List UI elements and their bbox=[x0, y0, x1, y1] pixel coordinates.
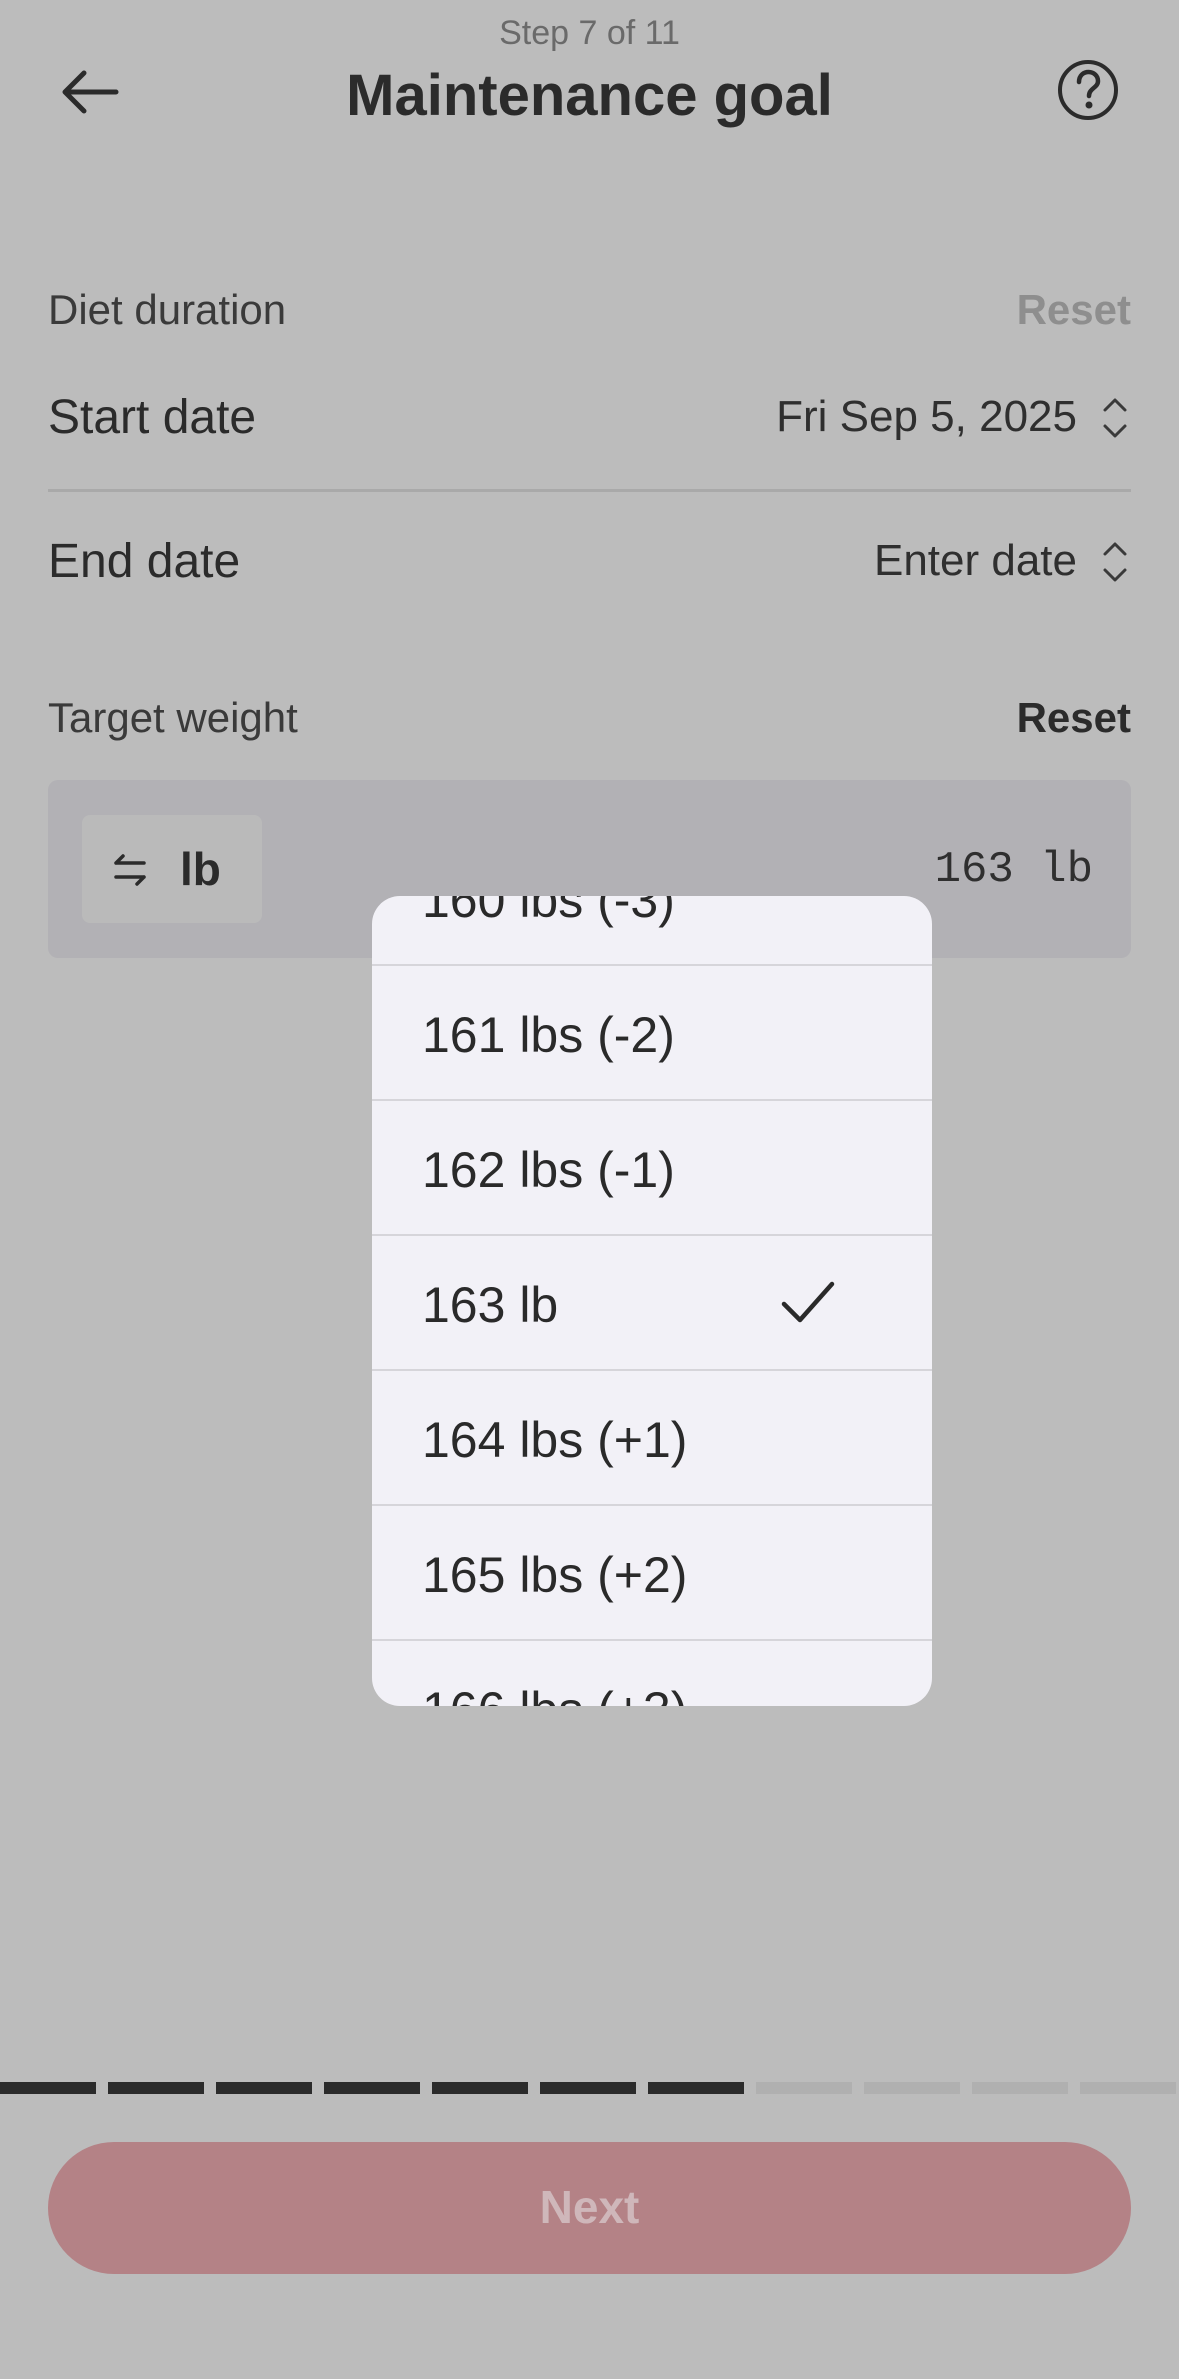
picker-option-label: 160 lbs (-3) bbox=[422, 896, 675, 928]
target-weight-value: 163 lb bbox=[934, 845, 1093, 895]
progress-segment-complete bbox=[324, 2082, 420, 2094]
next-button[interactable]: Next bbox=[48, 2142, 1131, 2274]
checkmark-icon bbox=[781, 1281, 835, 1323]
help-button[interactable] bbox=[1056, 58, 1120, 122]
unit-toggle-button[interactable] bbox=[82, 815, 262, 923]
picker-option-label: 165 lbs (+2) bbox=[422, 1547, 688, 1603]
start-date-label: Start date bbox=[48, 391, 257, 444]
weight-picker-menu[interactable]: 160 lbs (-3) 161 lbs (-2) 162 lbs (-1) 1… bbox=[372, 896, 932, 1706]
picker-option-label: 161 lbs (-2) bbox=[422, 1007, 675, 1063]
picker-option[interactable]: 166 lbs (+3) bbox=[372, 1641, 932, 1706]
progress-segment-complete bbox=[0, 2082, 96, 2094]
arrow-left-icon bbox=[62, 70, 119, 114]
progress-segment bbox=[756, 2082, 852, 2094]
page-title: Maintenance goal bbox=[346, 63, 833, 128]
progress-segment-complete bbox=[108, 2082, 204, 2094]
stepper-chevrons-icon bbox=[1103, 542, 1127, 582]
picker-option[interactable]: 165 lbs (+2) bbox=[372, 1506, 932, 1641]
question-circle-icon bbox=[1058, 60, 1118, 120]
start-date-value: Fri Sep 5, 2025 bbox=[776, 392, 1077, 441]
unit-label: lb bbox=[180, 843, 221, 895]
diet-duration-label: Diet duration bbox=[48, 286, 287, 333]
picker-option-selected[interactable]: 163 lb bbox=[372, 1236, 932, 1371]
end-date-label: End date bbox=[48, 535, 241, 588]
divider bbox=[48, 489, 1131, 492]
progress-segment-complete bbox=[540, 2082, 636, 2094]
progress-segment bbox=[1080, 2082, 1176, 2094]
picker-option[interactable]: 162 lbs (-1) bbox=[372, 1101, 932, 1236]
next-button-label: Next bbox=[539, 2181, 640, 2233]
stepper-chevrons-icon bbox=[1103, 398, 1127, 438]
target-weight-reset-button[interactable]: Reset bbox=[1017, 694, 1131, 742]
picker-option[interactable]: 161 lbs (-2) bbox=[372, 966, 932, 1101]
progress-segment-complete bbox=[432, 2082, 528, 2094]
target-weight-label: Target weight bbox=[48, 694, 298, 741]
picker-option[interactable]: 164 lbs (+1) bbox=[372, 1371, 932, 1506]
picker-option-label: 166 lbs (+3) bbox=[422, 1681, 687, 1706]
end-date-row[interactable]: End date Enter date bbox=[0, 524, 1179, 624]
picker-option-label: 163 lb bbox=[422, 1277, 559, 1333]
picker-option[interactable]: 160 lbs (-3) bbox=[372, 896, 932, 966]
back-button[interactable] bbox=[58, 60, 122, 124]
end-date-value: Enter date bbox=[873, 536, 1077, 585]
step-indicator: Step 7 of 11 bbox=[499, 14, 680, 52]
picker-option-label: 164 lbs (+1) bbox=[422, 1412, 688, 1468]
picker-option-label: 162 lbs (-1) bbox=[422, 1142, 675, 1198]
progress-segment-complete bbox=[648, 2082, 744, 2094]
progress-segment bbox=[864, 2082, 960, 2094]
progress-segment bbox=[972, 2082, 1068, 2094]
diet-duration-reset-button[interactable]: Reset bbox=[1017, 286, 1131, 334]
progress-segment-complete bbox=[216, 2082, 312, 2094]
swap-arrows-icon bbox=[114, 854, 146, 886]
start-date-row[interactable]: Start date Fri Sep 5, 2025 bbox=[0, 380, 1179, 480]
